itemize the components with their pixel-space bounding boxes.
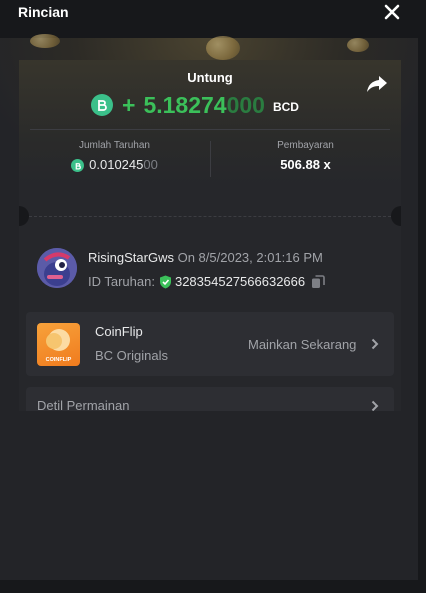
bet-id-value: 328354527566632666 — [174, 274, 306, 289]
profit-label: Untung — [187, 70, 233, 85]
modal-body: Untung + 5.18274 000 BCD Jumlah Taruhan … — [0, 34, 418, 580]
decorative-coin — [206, 36, 240, 60]
avatar[interactable] — [37, 248, 77, 288]
profit-amount: + 5.18274 000 BCD — [91, 90, 299, 120]
bet-amount-stat: Jumlah Taruhan 0.01024500 — [19, 140, 210, 173]
game-thumbnail: COINFLIP — [37, 323, 80, 366]
play-now-label[interactable]: Mainkan Sekarang — [248, 337, 356, 352]
bcd-coin-icon — [71, 159, 85, 173]
profit-sign: + — [122, 91, 136, 118]
game-link[interactable]: COINFLIP CoinFlip BC Originals Mainkan S… — [26, 312, 394, 376]
shield-check-icon — [159, 275, 171, 288]
modal-header: Rincian — [0, 0, 426, 38]
game-thumb-text: COINFLIP — [46, 357, 72, 363]
bet-date: On 8/5/2023, 2:01:16 PM — [177, 250, 323, 265]
bet-details-card: Untung + 5.18274 000 BCD Jumlah Taruhan … — [19, 60, 401, 411]
close-icon[interactable] — [380, 0, 404, 24]
payout-stat: Pembayaran 506.88 x — [210, 140, 401, 172]
bet-amount-main: 0.010245 — [89, 157, 144, 172]
ticket-divider — [29, 216, 391, 217]
game-name: CoinFlip — [95, 324, 143, 339]
chevron-right-icon — [371, 400, 379, 411]
bet-amount-trailing-zeros: 00 — [143, 157, 158, 172]
ticket-notch-left — [19, 206, 29, 226]
profit-currency: BCD — [272, 100, 299, 114]
game-provider: BC Originals — [95, 348, 168, 363]
bcd-coin-icon — [91, 94, 113, 116]
bet-id-line: ID Taruhan: 328354527566632666 — [88, 274, 388, 289]
game-details-button[interactable]: Detil Permainan — [26, 387, 394, 411]
ticket-notch-right — [391, 206, 401, 226]
divider — [30, 129, 390, 130]
profit-trailing-zeros: 000 — [226, 91, 265, 118]
share-icon[interactable] — [366, 74, 388, 94]
bet-amount-label: Jumlah Taruhan — [79, 140, 150, 151]
game-details-label: Detil Permainan — [37, 398, 130, 411]
decorative-coin — [347, 38, 369, 52]
chevron-right-icon — [371, 338, 379, 350]
bet-amount-value: 0.01024500 — [19, 157, 210, 173]
username[interactable]: RisingStarGws — [88, 250, 174, 265]
payout-label: Pembayaran — [277, 140, 334, 151]
payout-value: 506.88 x — [280, 157, 331, 172]
profit-value: 5.18274 — [143, 91, 227, 118]
bet-id-label: ID Taruhan: — [88, 274, 155, 289]
bet-user-line: RisingStarGws On 8/5/2023, 2:01:16 PM — [88, 250, 388, 265]
copy-icon[interactable] — [311, 274, 325, 289]
modal-title: Rincian — [18, 4, 69, 20]
decorative-coin — [30, 34, 60, 48]
